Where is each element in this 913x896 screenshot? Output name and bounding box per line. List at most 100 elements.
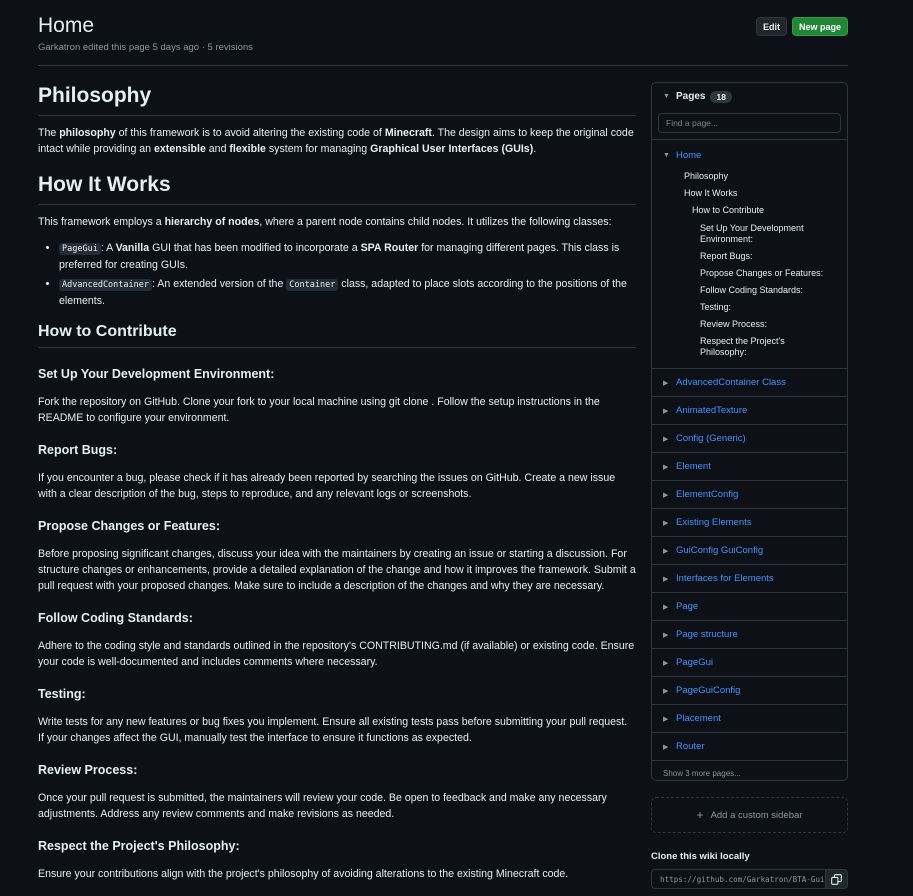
pages-count-badge: 18 (710, 90, 732, 103)
chevron-right-icon: ▶ (663, 491, 669, 499)
heading-how-it-works: How It Works (38, 171, 636, 205)
sidebar-page-label: PageGuiConfig (676, 685, 741, 696)
pages-sidebar: ▼ Pages 18 Find a page... ▼ Home Philoso… (651, 82, 848, 781)
section-paragraph: Fork the repository on GitHub. Clone you… (38, 396, 600, 424)
new-page-button[interactable]: New page (791, 17, 848, 36)
chevron-right-icon: ▶ (663, 743, 669, 751)
pages-toggle[interactable]: ▼ Pages 18 (652, 83, 847, 110)
wiki-content: Philosophy The philosophy of this framew… (38, 82, 636, 882)
section-heading: Propose Changes or Features: (38, 519, 220, 533)
section-heading: Testing: (38, 687, 86, 701)
chevron-right-icon: ▶ (663, 575, 669, 583)
header-actions: Edit New page (755, 17, 848, 36)
sidebar-item-label: Home (676, 150, 702, 161)
chevron-down-icon: ▼ (663, 152, 670, 159)
toc-item[interactable]: How It Works (684, 188, 814, 199)
sidebar-page-item[interactable]: ▶ Element (652, 452, 847, 480)
add-custom-sidebar-label: Add a custom sidebar (710, 809, 803, 821)
toc-item[interactable]: Propose Changes or Features: (700, 268, 830, 279)
chevron-right-icon: ▶ (663, 687, 669, 695)
heading-how-to-contribute: How to Contribute (38, 321, 636, 348)
sidebar-item-home[interactable]: ▼ Home (652, 148, 847, 163)
how-paragraph: This framework employs a hierarchy of no… (38, 216, 612, 228)
toc-item[interactable]: Set Up Your Development Environment: (700, 223, 830, 245)
page-title: Home (38, 14, 95, 37)
sidebar-page-label: Placement (676, 713, 721, 724)
chevron-right-icon: ▶ (663, 631, 669, 639)
list-item: PageGui: A Vanilla GUI that has been mod… (59, 240, 636, 273)
sidebar-page-item[interactable]: ▶ Page (652, 592, 847, 620)
copy-button[interactable] (825, 869, 848, 889)
find-page-input[interactable]: Find a page... (658, 113, 841, 133)
chevron-right-icon: ▶ (663, 407, 669, 415)
chevron-right-icon: ▶ (663, 659, 669, 667)
toc-item[interactable]: How to Contribute (692, 205, 822, 216)
toc-item[interactable]: Respect the Project's Philosophy: (700, 336, 830, 358)
edit-button[interactable]: Edit (755, 17, 787, 36)
chevron-down-icon: ▼ (663, 93, 670, 100)
sidebar-page-item[interactable]: ▶ Page structure (652, 620, 847, 648)
add-custom-sidebar-button[interactable]: + Add a custom sidebar (651, 797, 848, 833)
chevron-right-icon: ▶ (663, 547, 669, 555)
chevron-right-icon: ▶ (663, 463, 669, 471)
toc-item[interactable]: Follow Coding Standards: (700, 285, 830, 296)
sidebar-page-item[interactable]: ▶ PageGuiConfig (652, 676, 847, 704)
toc-item[interactable]: Testing: (700, 302, 830, 313)
sidebar-page-label: Config (Generic) (676, 433, 746, 444)
toc-list: Philosophy How It Works How to Contribute S… (652, 171, 847, 368)
section-heading: Report Bugs: (38, 443, 118, 457)
clone-url-input[interactable]: https://github.com/Garkatron/BTA-Gui (651, 869, 826, 889)
show-more-pages-link[interactable]: Show 3 more pages... (652, 760, 847, 786)
chevron-right-icon: ▶ (663, 603, 669, 611)
section-heading: Follow Coding Standards: (38, 611, 193, 625)
section-paragraph: If you encounter a bug, please check if … (38, 472, 616, 500)
sidebar-page-item[interactable]: ▶ Existing Elements (652, 508, 847, 536)
section-paragraph: Write tests for any new features or bug … (38, 716, 628, 744)
sidebar-page-item[interactable]: ▶ AnimatedTexture (652, 396, 847, 424)
sidebar-page-label: GuiConfig GuiConfig (676, 545, 764, 556)
sidebar-page-item[interactable]: ▶ PageGui (652, 648, 847, 676)
section-heading: Review Process: (38, 763, 138, 777)
contribute-sections: Set Up Your Development Environment: For… (38, 366, 636, 882)
toc-item[interactable]: Report Bugs: (700, 251, 830, 262)
copy-icon (831, 873, 842, 885)
sidebar-page-label: Page structure (676, 629, 738, 640)
class-list: PageGui: A Vanilla GUI that has been mod… (38, 240, 636, 309)
list-item: AdvancedContainer: An extended version o… (59, 276, 636, 309)
toc-item[interactable]: Review Process: (700, 319, 830, 330)
sidebar-page-item[interactable]: ▶ Placement (652, 704, 847, 732)
sidebar-page-label: AdvancedContainer Class (676, 377, 786, 388)
sidebar-page-item[interactable]: ▶ AdvancedContainer Class (652, 368, 847, 396)
sidebar-page-item[interactable]: ▶ Interfaces for Elements (652, 564, 847, 592)
page-meta: Garkatron edited this page 5 days ago · … (38, 42, 253, 53)
wiki-header: Home Garkatron edited this page 5 days a… (38, 13, 848, 66)
pages-label: Pages (676, 91, 706, 102)
clone-label: Clone this wiki locally (651, 851, 750, 862)
sidebar-page-item[interactable]: ▶ GuiConfig GuiConfig (652, 536, 847, 564)
sidebar-page-label: Existing Elements (676, 517, 752, 528)
section-paragraph: Ensure your contributions align with the… (38, 868, 569, 880)
sidebar-page-label: AnimatedTexture (676, 405, 748, 416)
chevron-right-icon: ▶ (663, 715, 669, 723)
sidebar-page-label: Element (676, 461, 711, 472)
sidebar-page-label: Page (676, 601, 699, 612)
section-paragraph: Once your pull request is submitted, the… (38, 792, 607, 820)
sidebar-page-item[interactable]: ▶ Router (652, 732, 847, 760)
philosophy-paragraph: The philosophy of this framework is to a… (38, 127, 634, 155)
chevron-right-icon: ▶ (663, 379, 669, 387)
sidebar-page-label: Interfaces for Elements (676, 573, 774, 584)
section-paragraph: Adhere to the coding style and standards… (38, 640, 635, 668)
chevron-right-icon: ▶ (663, 519, 669, 527)
section-heading: Respect the Project's Philosophy: (38, 839, 240, 853)
page-list: ▶ AdvancedContainer Class ▶ AnimatedTexture… (652, 368, 847, 760)
home-tree: ▼ Home Philosophy How It Works How to Cont… (652, 140, 847, 368)
section-heading: Set Up Your Development Environment: (38, 367, 275, 381)
toc-item[interactable]: Philosophy (684, 171, 814, 182)
sidebar-page-item[interactable]: ▶ ElementConfig (652, 480, 847, 508)
sidebar-page-item[interactable]: ▶ Config (Generic) (652, 424, 847, 452)
section-paragraph: Before proposing significant changes, di… (38, 548, 636, 592)
heading-philosophy: Philosophy (38, 82, 636, 116)
sidebar-page-label: Router (676, 741, 705, 752)
chevron-right-icon: ▶ (663, 435, 669, 443)
sidebar-page-label: ElementConfig (676, 489, 739, 500)
